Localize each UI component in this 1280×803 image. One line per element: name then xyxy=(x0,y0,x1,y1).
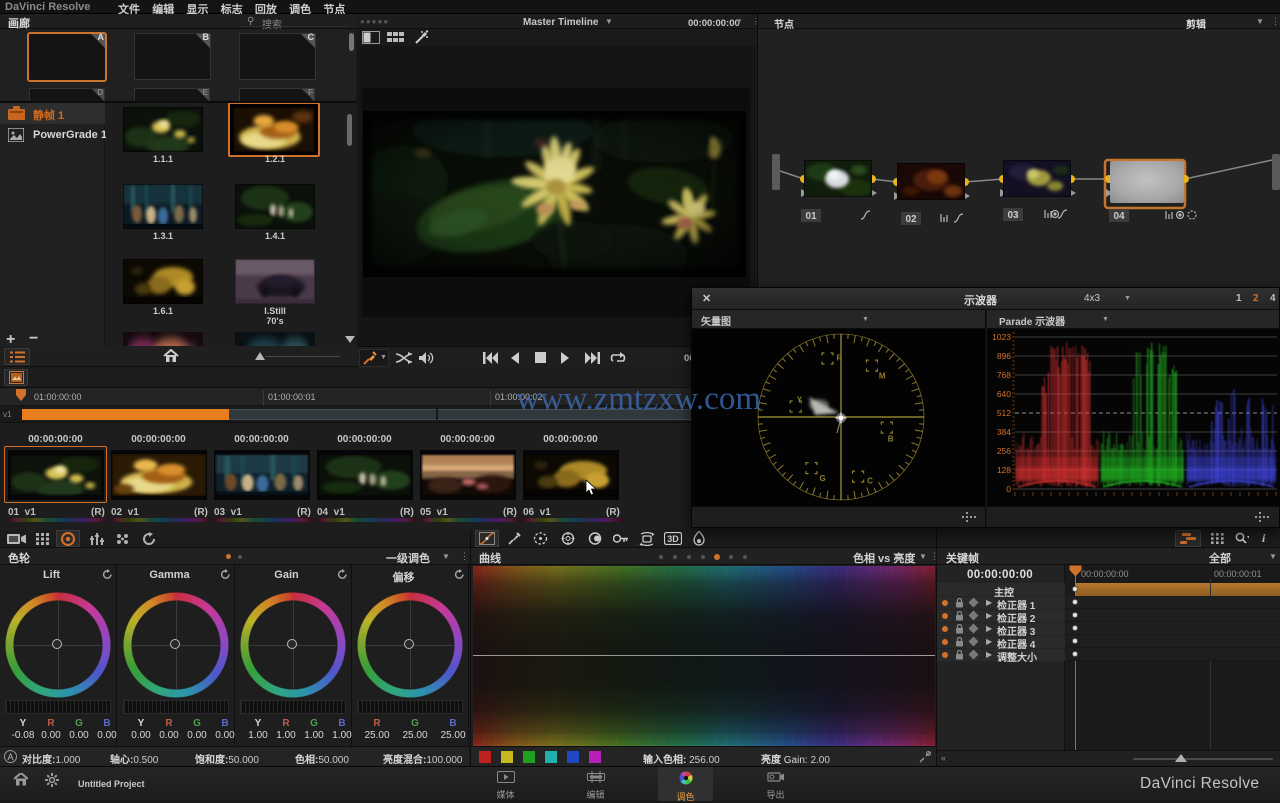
svg-text:C: C xyxy=(867,477,873,486)
svg-text:04: 04 xyxy=(1113,211,1125,222)
svg-text:256: 256 xyxy=(997,446,1011,456)
svg-text:B: B xyxy=(888,435,894,444)
svg-text:02: 02 xyxy=(905,214,917,225)
svg-text:M: M xyxy=(879,372,886,381)
svg-text:1023: 1023 xyxy=(992,332,1011,342)
svg-text:G: G xyxy=(820,474,826,483)
svg-text:384: 384 xyxy=(997,427,1011,437)
svg-text:896: 896 xyxy=(997,351,1011,361)
svg-text:Y: Y xyxy=(797,396,803,405)
svg-text:128: 128 xyxy=(997,465,1011,475)
svg-text:768: 768 xyxy=(997,370,1011,380)
svg-text:0: 0 xyxy=(1006,484,1011,494)
svg-text:3D: 3D xyxy=(667,534,679,544)
svg-text:R: R xyxy=(837,354,843,363)
svg-text:640: 640 xyxy=(997,389,1011,399)
svg-text:512: 512 xyxy=(997,408,1011,418)
svg-text:03: 03 xyxy=(1007,210,1019,221)
svg-text:01: 01 xyxy=(805,211,817,222)
